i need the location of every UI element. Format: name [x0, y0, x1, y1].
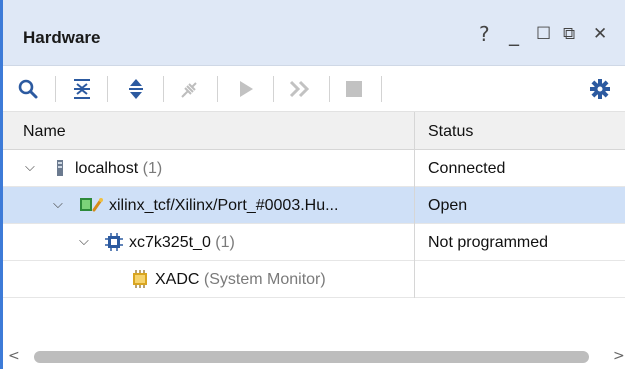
table-row[interactable]: ⌵ localhost (1) Connected — [3, 150, 625, 187]
column-header-status[interactable]: Status — [428, 123, 473, 141]
stop-icon — [346, 81, 362, 97]
row-name: localhost — [75, 160, 139, 177]
run-button[interactable] — [231, 74, 261, 104]
scrollbar-thumb[interactable] — [34, 351, 589, 363]
auto-connect-button[interactable] — [175, 74, 205, 104]
chevron-down-icon[interactable]: ⌵ — [79, 234, 89, 249]
search-icon — [18, 79, 38, 99]
expand-all-button[interactable] — [121, 74, 151, 104]
table-header: Name Status — [3, 112, 625, 150]
toolbar-separator — [107, 76, 108, 102]
row-count: (System Monitor) — [203, 271, 326, 288]
help-button[interactable]: ? — [479, 24, 490, 44]
run-all-button[interactable] — [285, 74, 315, 104]
collapse-all-icon — [74, 79, 90, 99]
toolbar-separator — [329, 76, 330, 102]
auto-connect-icon — [181, 82, 197, 98]
settings-icon — [590, 79, 610, 99]
run-all-icon — [289, 80, 310, 98]
close-button[interactable]: ✕ — [593, 24, 607, 44]
chevron-down-icon[interactable]: ⌵ — [53, 197, 63, 212]
settings-button[interactable] — [585, 74, 615, 104]
title-bar: Hardware ? _ ☐ ⧉ ✕ — [3, 0, 625, 66]
toolbar-separator — [163, 76, 164, 102]
column-header-name[interactable]: Name — [23, 123, 66, 141]
row-count: (1) — [215, 234, 235, 251]
search-button[interactable] — [13, 74, 43, 104]
row-status: Not programmed — [428, 234, 549, 251]
xadc-icon — [133, 270, 147, 288]
toolbar — [3, 66, 625, 112]
table-row[interactable]: ⌵ xilinx_tcf/Xilinx/Port_#0003.Hu... Ope… — [3, 187, 625, 224]
column-divider[interactable] — [414, 112, 415, 298]
table-row[interactable]: ⌵ xc7k325t_0 (1) Not programmed — [3, 224, 625, 261]
collapse-all-button[interactable] — [67, 74, 97, 104]
row-count: (1) — [142, 160, 163, 177]
jtag-cable-icon — [80, 198, 103, 212]
toolbar-separator — [217, 76, 218, 102]
toolbar-separator — [381, 76, 382, 102]
row-name: xc7k325t_0 — [129, 234, 211, 251]
panel-title: Hardware — [23, 28, 101, 47]
minimize-button[interactable]: _ — [509, 24, 519, 44]
expand-all-icon — [129, 79, 143, 99]
fpga-chip-icon — [105, 233, 123, 251]
maximize-button[interactable]: ☐ — [536, 24, 551, 44]
scroll-right-arrow-icon[interactable]: > — [613, 348, 625, 364]
toolbar-separator — [55, 76, 56, 102]
table-row[interactable]: XADC (System Monitor) — [3, 261, 625, 298]
float-button[interactable]: ⧉ — [563, 24, 575, 44]
row-status: Connected — [428, 160, 506, 177]
hardware-panel: Hardware ? _ ☐ ⧉ ✕ Name Status ⌵ localho… — [0, 0, 625, 369]
row-name: XADC — [155, 271, 200, 288]
chevron-down-icon[interactable]: ⌵ — [25, 160, 35, 175]
run-icon — [240, 81, 253, 97]
toolbar-separator — [273, 76, 274, 102]
scroll-left-arrow-icon[interactable]: < — [8, 348, 20, 364]
row-status: Open — [428, 197, 468, 214]
server-icon — [57, 160, 63, 176]
row-name: xilinx_tcf/Xilinx/Port_#0003.Hu... — [109, 197, 339, 214]
stop-button[interactable] — [339, 74, 369, 104]
